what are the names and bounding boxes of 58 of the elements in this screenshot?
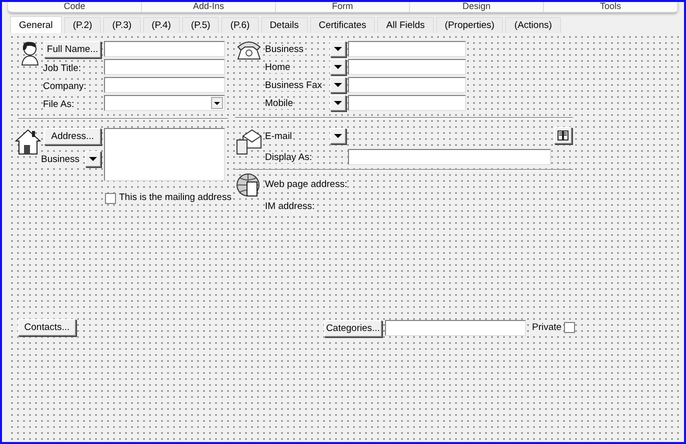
- page-tab[interactable]: (Actions): [505, 17, 561, 33]
- contacts-button[interactable]: Contacts...: [18, 319, 76, 336]
- page-tab[interactable]: All Fields: [377, 17, 434, 33]
- email-label: E-mail: [265, 131, 292, 142]
- house-icon: [14, 127, 42, 155]
- private-label: Private: [532, 322, 562, 333]
- checkbox-label: This is the mailing address: [119, 192, 232, 203]
- ribbon-group-label: Code: [8, 2, 142, 12]
- dropdown-button[interactable]: [85, 151, 101, 167]
- dropdown-button[interactable]: [330, 41, 346, 57]
- web-page-label: Web page address:: [265, 179, 348, 190]
- categories-button[interactable]: Categories...: [324, 320, 382, 337]
- address-text-area[interactable]: [104, 128, 225, 181]
- phone-label: Mobile: [265, 98, 293, 109]
- display-as-field[interactable]: [348, 149, 551, 165]
- ribbon-group-label: Tools: [544, 2, 678, 12]
- im-address-label: IM address:: [265, 201, 315, 212]
- text-field[interactable]: [104, 59, 225, 75]
- phone-label: Home: [265, 62, 290, 73]
- phone-label: Business Fax: [265, 80, 322, 91]
- phone-field[interactable]: [348, 59, 466, 75]
- phone-field[interactable]: [348, 41, 466, 57]
- dropdown-button[interactable]: [330, 95, 346, 111]
- phone-field[interactable]: [348, 77, 466, 93]
- field-label: Display As:: [265, 152, 312, 163]
- book-icon: [557, 130, 569, 141]
- field-label: Job Title:: [43, 63, 82, 74]
- dropdown-button[interactable]: [330, 77, 346, 93]
- address-button[interactable]: Address...: [44, 128, 101, 145]
- page-tab[interactable]: (P.4): [142, 17, 180, 33]
- full-name-field[interactable]: [104, 41, 225, 57]
- address-book-button[interactable]: [554, 127, 572, 144]
- page-tab[interactable]: (P.2): [64, 17, 102, 33]
- dropdown-button[interactable]: [330, 128, 346, 144]
- dropdown-field[interactable]: [104, 95, 225, 111]
- address-type-label: Business: [41, 154, 80, 165]
- page-tab[interactable]: (Properties): [436, 17, 504, 33]
- ribbon-group-label: Add-Ins: [142, 2, 276, 12]
- ribbon-group-label: Form: [276, 2, 410, 12]
- phone-field[interactable]: [348, 95, 466, 111]
- categories-field[interactable]: [385, 320, 526, 336]
- page-tab[interactable]: General: [10, 16, 62, 33]
- field-label: File As:: [43, 99, 74, 110]
- page-tab[interactable]: (P.5): [182, 17, 220, 33]
- page-tab[interactable]: (P.3): [103, 17, 141, 33]
- checkbox[interactable]: [105, 193, 116, 204]
- dropdown-button[interactable]: [330, 59, 346, 75]
- page-tab[interactable]: (P.6): [221, 17, 259, 33]
- page-tab[interactable]: Details: [260, 17, 308, 33]
- field-label: Company:: [43, 81, 86, 92]
- envelope-icon: [235, 128, 263, 156]
- page-tab[interactable]: Certificates: [310, 17, 376, 33]
- full-name-button[interactable]: Full Name...: [44, 41, 101, 58]
- telephone-icon: [235, 39, 263, 61]
- phone-label: Business: [265, 44, 304, 55]
- ribbon-group-label: Design: [410, 2, 544, 12]
- text-field[interactable]: [104, 77, 225, 93]
- private-checkbox[interactable]: [564, 322, 575, 333]
